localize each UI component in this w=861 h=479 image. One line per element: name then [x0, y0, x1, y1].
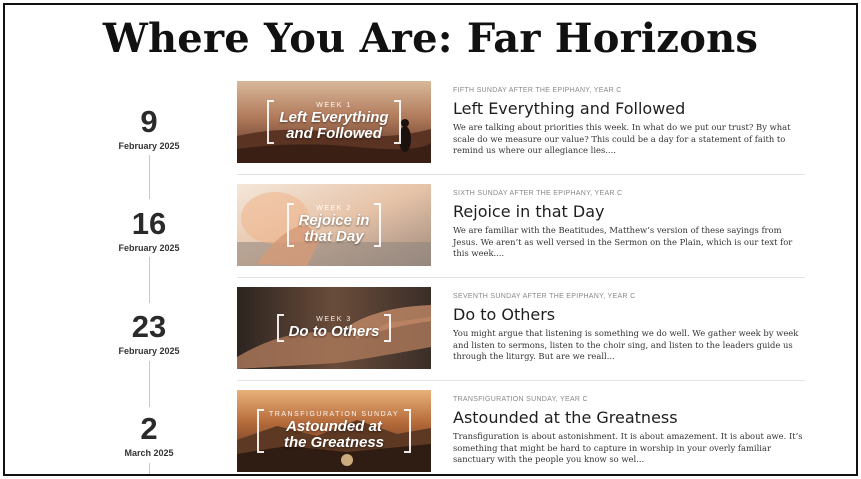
sermon-excerpt: You might argue that listening is someth…	[453, 328, 799, 361]
sermon-occasion: SIXTH SUNDAY AFTER THE EPIPHANY, YEAR C	[453, 190, 623, 197]
sermon-item[interactable]: WEEK 3 Do to Others SEVENTH SUNDAY AFTER…	[237, 287, 805, 371]
date-month: February 2025	[118, 141, 180, 151]
date-block: 23 February 2025	[89, 311, 209, 356]
thumbnail-title: Rejoice in	[298, 212, 370, 229]
date-block: 9 February 2025	[89, 106, 209, 151]
sermon-thumbnail[interactable]: WEEK 1 Left Everything and Followed	[237, 81, 431, 163]
page-frame: Where You Are: Far Horizons 9 February 2…	[3, 3, 858, 476]
divider	[237, 277, 805, 278]
thumbnail-title: and Followed	[286, 125, 382, 142]
date-day: 2	[140, 411, 158, 446]
sermon-title-link[interactable]: Do to Others	[453, 305, 803, 324]
sermon-thumbnail[interactable]: TRANSFIGURATION SUNDAY Astounded at the …	[237, 390, 431, 472]
divider	[237, 380, 805, 381]
thumbnail-title: Astounded at	[286, 418, 382, 435]
sermon-thumbnail[interactable]: WEEK 3 Do to Others	[237, 287, 431, 369]
sermon-excerpt: Transfiguration is about astonishment. I…	[453, 431, 803, 464]
page-title: Where You Are: Far Horizons	[102, 15, 759, 62]
thumbnail-title: the Greatness	[283, 434, 385, 451]
date-block: 16 February 2025	[89, 208, 209, 253]
timeline-line	[149, 155, 150, 199]
thumbnail-title: Do to Others	[288, 323, 380, 340]
date-month: February 2025	[118, 243, 180, 253]
date-block: 2 March 2025	[89, 413, 209, 458]
timeline-line	[149, 257, 150, 303]
divider	[237, 174, 805, 175]
timeline-line	[149, 361, 150, 407]
date-day: 23	[131, 309, 167, 344]
date-month: March 2025	[124, 448, 174, 458]
sermon-title-link[interactable]: Rejoice in that Day	[453, 202, 803, 221]
sermon-title-link[interactable]: Astounded at the Greatness	[453, 408, 803, 427]
sermon-excerpt: We are familiar with the Beatitudes, Mat…	[453, 225, 793, 258]
sermon-info: TRANSFIGURATION SUNDAY, YEAR C Astounded…	[453, 396, 803, 466]
thumbnail-title: that Day	[304, 228, 364, 245]
date-month: February 2025	[118, 346, 180, 356]
sermon-occasion: TRANSFIGURATION SUNDAY, YEAR C	[453, 396, 588, 403]
date-day: 16	[131, 206, 167, 241]
sermon-excerpt: We are talking about priorities this wee…	[453, 122, 791, 155]
sermon-occasion: SEVENTH SUNDAY AFTER THE EPIPHANY, YEAR …	[453, 293, 636, 300]
sermon-thumbnail[interactable]: WEEK 2 Rejoice in that Day	[237, 184, 431, 266]
timeline-line	[149, 463, 150, 474]
sermon-title-link[interactable]: Left Everything and Followed	[453, 99, 803, 118]
sermon-info: FIFTH SUNDAY AFTER THE EPIPHANY, YEAR C …	[453, 87, 803, 157]
sermon-item[interactable]: TRANSFIGURATION SUNDAY Astounded at the …	[237, 390, 805, 474]
sermon-info: SIXTH SUNDAY AFTER THE EPIPHANY, YEAR C …	[453, 190, 803, 260]
sermon-item[interactable]: WEEK 1 Left Everything and Followed FIFT…	[237, 81, 805, 165]
sermon-info: SEVENTH SUNDAY AFTER THE EPIPHANY, YEAR …	[453, 293, 803, 363]
thumbnail-title: Left Everything	[279, 109, 389, 126]
date-day: 9	[140, 104, 158, 139]
sermon-item[interactable]: WEEK 2 Rejoice in that Day SIXTH SUNDAY …	[237, 184, 805, 268]
sermon-occasion: FIFTH SUNDAY AFTER THE EPIPHANY, YEAR C	[453, 87, 622, 94]
